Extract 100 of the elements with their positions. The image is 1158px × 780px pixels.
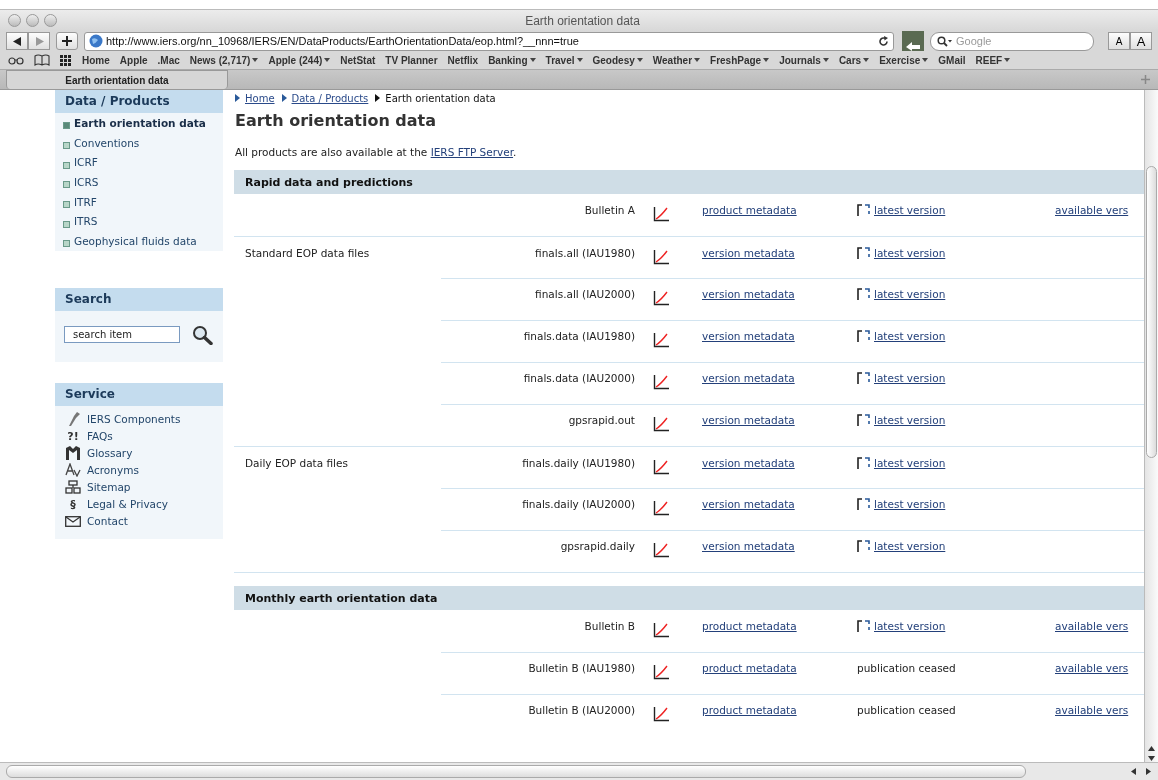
service-link[interactable]: Acronyms [87, 464, 139, 477]
breadcrumb-link[interactable]: Data / Products [291, 92, 369, 104]
nav-link[interactable]: Conventions [74, 136, 140, 149]
metadata-link[interactable]: product metadata [702, 704, 797, 716]
metadata-link[interactable]: product metadata [702, 204, 797, 216]
nav-link[interactable]: ICRF [74, 156, 98, 169]
horizontal-scrollbar[interactable] [0, 762, 1158, 780]
latest-version-link[interactable]: latest version [874, 288, 946, 300]
reading-glasses-icon[interactable] [8, 55, 24, 65]
bookmark-item[interactable]: REEF [975, 54, 1011, 66]
scroll-arrows-icon[interactable] [1130, 767, 1152, 776]
latest-version-link[interactable]: latest version [874, 372, 946, 384]
vertical-scrollbar[interactable] [1144, 90, 1158, 762]
product-name: finals.all (IAU2000) [534, 288, 636, 300]
nav-link[interactable]: ITRS [74, 215, 98, 228]
text-smaller-button[interactable]: A [1108, 32, 1130, 50]
bookmark-item[interactable]: Apple (244) [268, 54, 331, 66]
search-icon[interactable] [192, 324, 214, 345]
bookmark-item[interactable]: Home [82, 54, 110, 66]
reload-icon[interactable] [878, 35, 889, 47]
plus-icon [62, 36, 72, 46]
bracket-icon [857, 498, 871, 510]
available-versions-link[interactable]: available vers [1055, 662, 1129, 674]
metadata-link[interactable]: product metadata [702, 662, 797, 674]
ftp-link[interactable]: IERS FTP Server [430, 146, 514, 158]
bookmark-item[interactable]: Apple [119, 54, 148, 66]
bookmark-item[interactable]: Weather [652, 54, 701, 66]
bookmark-item[interactable]: .Mac [157, 54, 180, 66]
latest-version-link[interactable]: latest version [874, 457, 946, 469]
symbol-icon: ?! [65, 429, 81, 443]
latest-version-link[interactable]: latest version [874, 620, 946, 632]
available-versions-link[interactable]: available vers [1055, 204, 1129, 216]
metadata-link[interactable]: version metadata [702, 498, 795, 510]
bookmark-item[interactable]: News (2,717) [189, 54, 259, 66]
bookmark-item[interactable]: Cars [838, 54, 870, 66]
metadata-link[interactable]: version metadata [702, 247, 795, 259]
service-link[interactable]: Sitemap [87, 481, 131, 494]
nav-link[interactable]: Geophysical fluids data [74, 234, 197, 247]
latest-version-link[interactable]: latest version [874, 330, 946, 342]
snapback-icon[interactable] [902, 31, 924, 51]
chevron-icon [280, 94, 288, 102]
bookmark-item[interactable]: Travel [545, 54, 583, 66]
latest-version-link[interactable]: latest version [874, 204, 946, 216]
status-text: publication ceased [857, 662, 956, 674]
address-field[interactable]: http://www.iers.org/nn_10968/IERS/EN/DataProducts/EarthOrientationData/eop.html?__nnn=true [84, 31, 894, 51]
service-link[interactable]: Legal & Privacy [87, 498, 169, 511]
forward-icon [34, 36, 44, 46]
metadata-link[interactable]: version metadata [702, 540, 795, 552]
metadata-link[interactable]: version metadata [702, 330, 795, 342]
chart-icon [653, 543, 669, 558]
globe-icon [89, 34, 103, 48]
chart-icon [653, 207, 669, 222]
metadata-link[interactable]: version metadata [702, 372, 795, 384]
chart-icon [653, 291, 669, 306]
latest-version-link[interactable]: latest version [874, 498, 946, 510]
breadcrumb-link[interactable]: Home [245, 92, 275, 104]
service-link[interactable]: FAQs [87, 430, 113, 443]
book-icon[interactable] [34, 54, 50, 66]
nav-link[interactable]: Earth orientation data [74, 116, 206, 129]
metadata-link[interactable]: version metadata [702, 457, 795, 469]
bookmark-item[interactable]: Netflix [447, 54, 479, 66]
browser-tab[interactable]: Earth orientation data [6, 70, 228, 89]
back-icon [12, 36, 22, 46]
bookmark-item[interactable]: NetStat [340, 54, 376, 66]
bookmark-item[interactable]: GMail [938, 54, 966, 66]
bookmark-item[interactable]: Exercise [879, 54, 929, 66]
bookmark-item[interactable]: Geodesy [592, 54, 643, 66]
latest-version-link[interactable]: latest version [874, 247, 946, 259]
search-field[interactable]: search item [64, 326, 180, 344]
text-larger-button[interactable]: A [1130, 32, 1152, 50]
product-name: finals.data (IAU1980) [522, 330, 636, 342]
service-link[interactable]: Glossary [87, 447, 133, 460]
available-versions-link[interactable]: available vers [1055, 620, 1129, 632]
latest-version-link[interactable]: latest version [874, 414, 946, 426]
service-link[interactable]: Contact [87, 515, 128, 528]
metadata-link[interactable]: product metadata [702, 620, 797, 632]
grid-icon[interactable] [60, 54, 72, 66]
scrollbar-thumb[interactable] [6, 765, 1026, 778]
search-icon [937, 35, 953, 47]
bracket-icon [857, 330, 871, 342]
metadata-link[interactable]: version metadata [702, 414, 795, 426]
chart-icon [653, 665, 669, 680]
nav-link[interactable]: ICRS [74, 175, 99, 188]
add-bookmark-button[interactable] [56, 32, 78, 50]
scrollbar-thumb[interactable] [1146, 166, 1157, 458]
back-button[interactable] [6, 32, 28, 50]
bracket-icon [857, 372, 871, 384]
bookmark-item[interactable]: FreshPage [710, 54, 770, 66]
section-heading: Service [55, 382, 223, 406]
available-versions-link[interactable]: available vers [1055, 704, 1129, 716]
chart-icon [653, 501, 669, 516]
nav-link[interactable]: ITRF [74, 195, 97, 208]
service-link[interactable]: IERS Components [87, 413, 181, 426]
bookmark-item[interactable]: Banking [488, 54, 536, 66]
scroll-up-icon[interactable] [1147, 745, 1156, 752]
product-name: finals.data (IAU2000) [522, 372, 636, 384]
bookmark-item[interactable]: Journals [779, 54, 829, 66]
bookmark-item[interactable]: TV Planner [385, 54, 438, 66]
metadata-link[interactable]: version metadata [702, 288, 795, 300]
latest-version-link[interactable]: latest version [874, 540, 946, 552]
